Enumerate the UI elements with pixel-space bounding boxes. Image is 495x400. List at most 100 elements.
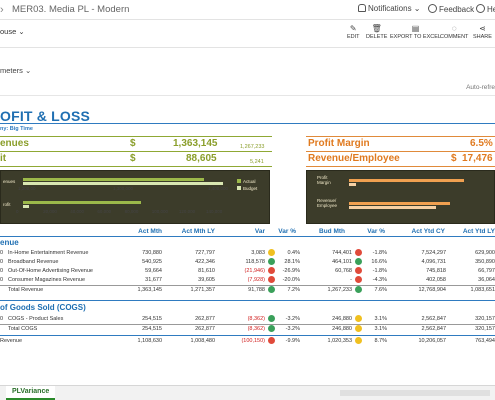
warehouse-selector[interactable]: ouse ⌄: [0, 27, 25, 36]
report-title: OFIT & LOSS: [0, 108, 91, 124]
table-row[interactable]: Revenue 1,108,630 1,008,480 (100,150) -9.9% 1…: [0, 337, 495, 346]
table-cell: 3.1%: [374, 326, 387, 332]
horizontal-scrollbar[interactable]: [340, 390, 490, 396]
share-icon: ⋖: [479, 24, 486, 33]
table-cell: -26.9%: [282, 268, 300, 274]
column-header[interactable]: Bud Mth: [319, 228, 345, 235]
parameters-toggle[interactable]: meters ⌄: [0, 66, 31, 75]
table-cell: 0.4%: [287, 250, 300, 256]
table-cell: 2,562,847: [421, 326, 446, 332]
table-cell: 246,880: [332, 326, 352, 332]
table-cell: 12,768,904: [418, 287, 446, 293]
status-dot-icon: [268, 276, 275, 283]
smiley-icon: [428, 4, 437, 13]
kpi-revenue-label: enues: [0, 138, 29, 149]
table-cell: 7.2%: [287, 287, 300, 293]
table-cell: 1,020,353: [327, 338, 352, 344]
table-row[interactable]: 0 Out-Of-Home Advertising Revenue 59,664 81…: [0, 267, 495, 276]
axis-tick-label: 20,000: [43, 209, 57, 214]
breadcrumb: MER03. Media PL - Modern: [12, 4, 130, 15]
status-dot-icon: [268, 258, 275, 265]
table-cell: 1,083,651: [470, 287, 495, 293]
table-cell: (8,362): [247, 326, 265, 332]
status-dot-icon: [355, 249, 362, 256]
section-divider: [0, 335, 495, 336]
column-header[interactable]: Var %: [278, 228, 296, 235]
table-cell: 4,096,731: [421, 259, 446, 265]
help-button[interactable]: Hel: [476, 4, 495, 14]
edit-button[interactable]: ✎ EDIT: [347, 24, 360, 40]
column-header[interactable]: Act Mth: [138, 228, 162, 235]
revenue-budget-bar: [23, 182, 223, 185]
table-cell: 118,578: [245, 259, 265, 265]
export-excel-button[interactable]: ▤ EXPORT TO EXCEL: [390, 24, 441, 40]
table-row[interactable]: 0 In-Home Entertainment Revenue 730,880 727…: [0, 249, 495, 258]
table-cell: 763,494: [475, 338, 495, 344]
status-dot-icon: [355, 337, 362, 344]
table-cell: 36,064: [478, 277, 495, 283]
share-button[interactable]: ⋖ SHARE: [473, 24, 492, 40]
table-cell: (8,362): [247, 316, 265, 322]
sheet-tab-plvariance[interactable]: PLVariance: [6, 386, 56, 400]
kpi-divider: [306, 151, 495, 152]
row-label: Revenue: [0, 338, 23, 344]
total-row[interactable]: Total COGS 254,515 262,877 (8,362) -3.2% 246,…: [0, 324, 495, 333]
table-cell: 7,524,297: [421, 250, 446, 256]
column-header[interactable]: Act Mth LY: [182, 228, 215, 235]
table-cell: 1,108,630: [137, 338, 162, 344]
chart-label-rpe: Revenue/ Employee: [317, 198, 338, 208]
column-header[interactable]: Act Ytd LY: [463, 228, 495, 235]
bell-icon: [358, 4, 366, 12]
kpi-profit-label: it: [0, 153, 7, 164]
total-row[interactable]: Total Revenue 1,363,145 1,271,357 91,788 7.2…: [0, 285, 495, 294]
table-cell: 7.6%: [374, 287, 387, 293]
table-cell: 1,008,480: [190, 338, 215, 344]
column-header[interactable]: Var %: [367, 228, 385, 235]
table-cell: 464,101: [332, 259, 352, 265]
table-cell: 81,610: [198, 268, 215, 274]
top-bar: › MER03. Media PL - Modern Notifications…: [0, 0, 495, 20]
table-row[interactable]: 0 COGS - Product Sales 254,515 262,877 (8,36…: [0, 315, 495, 324]
delete-button[interactable]: 🗑 DELETE: [366, 24, 387, 40]
table-cell: 254,515: [142, 316, 162, 322]
table-cell: 422,346: [195, 259, 215, 265]
table-row[interactable]: 0 Consumer Magazines Revenue 31,677 39,605 (…: [0, 276, 495, 285]
table-cell: -: [350, 277, 352, 283]
axis-tick-label: 60,000: [97, 209, 112, 214]
margin-rpe-chart: Profit Margin Revenue/ Employee: [306, 170, 495, 224]
status-dot-icon: [268, 249, 275, 256]
status-dot-icon: [268, 325, 275, 332]
table-cell: 262,877: [195, 316, 215, 322]
column-header[interactable]: Var: [255, 228, 265, 235]
axis-tick-label: 40,000: [70, 209, 85, 214]
table-cell: 350,890: [475, 259, 495, 265]
table-cell: 402,058: [426, 277, 446, 283]
axis-tick-label: 100,000: [151, 209, 168, 214]
back-arrow-icon[interactable]: ›: [0, 4, 4, 16]
table-row[interactable]: 0 Broadband Revenue 540,925 422,346 118,578 2…: [0, 258, 495, 267]
chart-label-margin: Profit Margin: [317, 175, 331, 185]
toolbar: ouse ⌄ ✎ EDIT 🗑 DELETE ▤ EXPORT TO EXCEL ◌ C…: [0, 20, 495, 48]
kpi-rpe-currency: $: [451, 153, 457, 164]
column-header[interactable]: Act Ytd CY: [412, 228, 445, 235]
kpi-divider: [0, 151, 272, 152]
export-icon: ▤: [411, 24, 420, 33]
status-dot-icon: [355, 276, 362, 283]
comment-button[interactable]: ◌ COMMENT: [440, 24, 468, 40]
profit-actual-bar: [23, 201, 141, 204]
table-cell: (7,928): [247, 277, 265, 283]
revenue-profit-chart: enues rofit Actual Budget: [0, 170, 270, 224]
table-cell: 727,797: [195, 250, 215, 256]
rpe-budget-bar: [349, 206, 436, 209]
table-cell: 60,768: [335, 268, 352, 274]
status-dot-icon: [355, 258, 362, 265]
notifications-button[interactable]: Notifications ⌄: [358, 4, 421, 13]
axis-tick-label: 140,000: [206, 209, 223, 214]
status-dot-icon: [355, 286, 362, 293]
feedback-button[interactable]: Feedback: [428, 4, 474, 14]
table-cell: -1.8%: [372, 250, 387, 256]
table-cell: 91,788: [248, 287, 265, 293]
axis-tick-label: 80,000: [124, 209, 139, 214]
margin-budget-bar: [349, 183, 356, 186]
table-cell: 745,818: [426, 268, 446, 274]
